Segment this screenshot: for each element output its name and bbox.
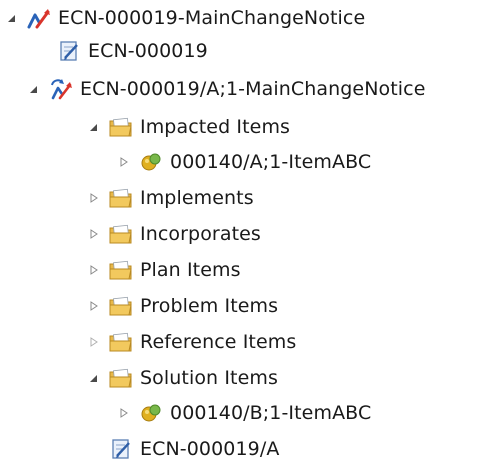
folder-icon [108,366,134,390]
folder-icon [108,115,134,139]
tree-node-label: ECN-000019-MainChangeNotice [58,7,366,29]
expanded-twisty-icon[interactable] [26,82,40,96]
tree-node-change-revision[interactable]: ECN-000019/A;1-MainChangeNotice [26,72,426,106]
tree-node-label: ECN-000019 [88,40,208,62]
tree-node-ecn-revision-document[interactable]: ECN-000019/A [108,432,279,466]
tree-node-label: 000140/B;1-ItemABC [170,402,372,424]
tree-node-label: Problem Items [140,295,279,317]
tree-node-root[interactable]: ECN-000019-MainChangeNotice [4,1,365,35]
folder-icon [108,222,134,246]
collapsed-twisty-icon[interactable] [86,299,100,313]
tree-node-ecn-document[interactable]: ECN-000019 [56,34,208,68]
expanded-twisty-icon[interactable] [86,371,100,385]
expanded-twisty-icon[interactable] [86,120,100,134]
tree-node-plan-items[interactable]: Plan Items [86,253,241,287]
tree-node-label: Impacted Items [140,116,291,138]
tree-node-label: ECN-000019/A [140,438,280,460]
folder-icon [108,330,134,354]
tree-node-label: 000140/A;1-ItemABC [170,151,372,173]
tree-node-label: Incorporates [140,223,261,245]
collapsed-twisty-icon[interactable] [116,155,130,169]
collapsed-twisty-icon[interactable] [86,191,100,205]
item-icon [138,150,164,174]
tree-node-label: ECN-000019/A;1-MainChangeNotice [80,78,426,100]
folder-icon [108,258,134,282]
folder-icon [108,186,134,210]
collapsed-twisty-icon[interactable] [116,406,130,420]
expanded-twisty-icon[interactable] [4,11,18,25]
tree-node-impacted-items[interactable]: Impacted Items [86,110,290,144]
tree-node-label: Implements [140,187,254,209]
tree-node-solution-items[interactable]: Solution Items [86,361,278,395]
tree-node-item-000140-a[interactable]: 000140/A;1-ItemABC [116,145,371,179]
collapsed-twisty-icon[interactable] [86,227,100,241]
tree-node-label: Solution Items [140,367,278,389]
tree-node-implements[interactable]: Implements [86,181,254,215]
collapsed-twisty-icon[interactable] [86,335,100,349]
tree-node-problem-items[interactable]: Problem Items [86,289,278,323]
tree-node-item-000140-b[interactable]: 000140/B;1-ItemABC [116,396,371,430]
tree-node-label: Reference Items [140,331,297,353]
change-notice-icon [26,6,52,30]
tree-node-incorporates[interactable]: Incorporates [86,217,261,251]
item-icon [138,401,164,425]
tree-node-reference-items[interactable]: Reference Items [86,325,296,359]
document-edit-icon [56,39,82,63]
folder-icon [108,294,134,318]
collapsed-twisty-icon[interactable] [86,263,100,277]
tree-node-label: Plan Items [140,259,241,281]
document-edit-icon [108,437,134,461]
change-notice-revision-icon [48,77,74,101]
